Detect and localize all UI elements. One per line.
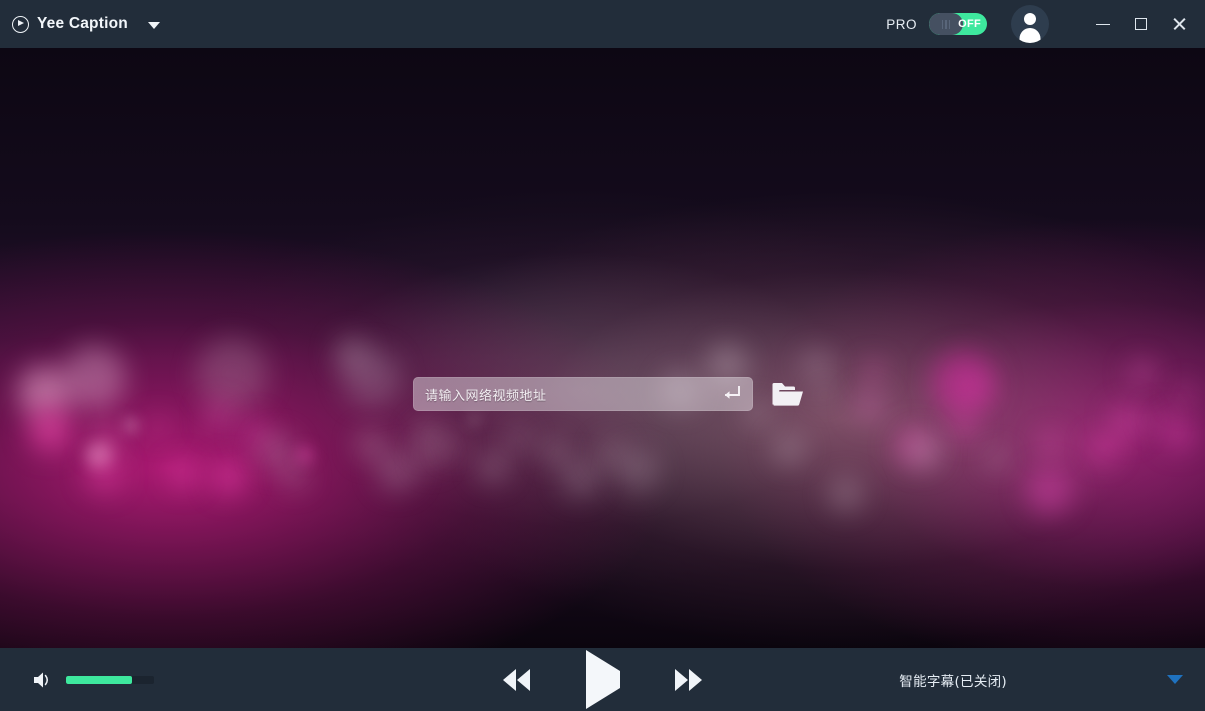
titlebar-right-group: PRO OFF xyxy=(886,0,1205,48)
pro-toggle-switch[interactable]: OFF xyxy=(929,13,987,35)
rewind-icon[interactable] xyxy=(500,667,534,693)
bokeh-circle xyxy=(828,476,864,512)
bokeh-circle xyxy=(540,438,568,466)
bokeh-circle xyxy=(28,408,72,452)
open-folder-icon[interactable] xyxy=(771,380,805,408)
volume-control[interactable] xyxy=(32,670,154,690)
smart-subtitle-control[interactable]: 智能字幕(已关闭) xyxy=(899,670,1193,690)
bokeh-circle xyxy=(862,360,886,384)
bokeh-circle xyxy=(90,426,120,456)
enter-return-icon[interactable] xyxy=(721,386,741,400)
pro-toggle-state-label: OFF xyxy=(958,18,981,30)
video-stage[interactable]: 请输入网络视频地址 xyxy=(0,48,1205,648)
play-circle-icon xyxy=(12,15,29,33)
volume-speaker-icon[interactable] xyxy=(32,670,54,690)
bokeh-circle xyxy=(296,446,314,464)
bokeh-circle xyxy=(468,414,480,426)
titlebar: Yee Caption PRO OFF xyxy=(0,0,1205,48)
bokeh-circle xyxy=(376,450,418,492)
bokeh-circle xyxy=(1110,404,1144,438)
bokeh-circle xyxy=(772,432,806,466)
bokeh-circle xyxy=(800,348,834,382)
bokeh-circle xyxy=(852,388,886,422)
bokeh-circle xyxy=(1128,360,1156,388)
app-window: Yee Caption PRO OFF 请输入网络视频地址 智能字幕(已关闭) xyxy=(0,0,1205,711)
bokeh-circle xyxy=(560,458,600,498)
bokeh-circle xyxy=(1038,432,1062,456)
bokeh-circle xyxy=(342,348,400,406)
pro-label: PRO xyxy=(886,16,917,32)
bokeh-circle xyxy=(932,352,996,416)
app-brand[interactable]: Yee Caption xyxy=(12,0,160,48)
bokeh-circle xyxy=(196,338,268,410)
url-input-field[interactable]: 请输入网络视频地址 xyxy=(413,377,753,411)
maximize-icon[interactable] xyxy=(1127,10,1155,38)
minimize-icon[interactable] xyxy=(1089,10,1117,38)
bokeh-background xyxy=(0,48,1205,648)
bokeh-circle xyxy=(212,460,246,494)
bokeh-circle xyxy=(86,456,122,492)
bokeh-circle xyxy=(1174,384,1196,406)
transport-controls xyxy=(500,649,706,709)
bokeh-circle xyxy=(282,464,308,490)
playback-control-bar: 智能字幕(已关闭) xyxy=(0,648,1205,711)
bokeh-circle xyxy=(1162,416,1196,450)
fast-forward-icon[interactable] xyxy=(672,667,706,693)
volume-slider-fill xyxy=(66,675,132,684)
smart-subtitle-label: 智能字幕(已关闭) xyxy=(899,673,1007,690)
bokeh-circle xyxy=(950,412,978,440)
bokeh-circle xyxy=(124,418,138,432)
user-avatar-icon[interactable] xyxy=(1011,5,1049,43)
bokeh-circle xyxy=(506,426,532,452)
bokeh-circle xyxy=(62,346,126,410)
bokeh-circle xyxy=(986,448,1008,470)
bokeh-circle xyxy=(1026,468,1072,514)
chevron-down-icon[interactable] xyxy=(147,21,160,29)
bokeh-circle xyxy=(205,403,233,431)
url-entry-row: 请输入网络视频地址 xyxy=(413,377,805,411)
bokeh-circle xyxy=(476,450,510,484)
bokeh-circle xyxy=(906,434,942,470)
bokeh-circle xyxy=(816,386,834,404)
chevron-down-icon[interactable] xyxy=(1167,675,1183,684)
close-icon[interactable] xyxy=(1165,10,1193,38)
bokeh-circle xyxy=(170,460,198,488)
bokeh-circle xyxy=(442,436,464,458)
volume-slider-track[interactable] xyxy=(66,675,154,684)
bokeh-circle xyxy=(616,448,660,492)
bokeh-circle xyxy=(418,444,444,470)
url-input-placeholder: 请输入网络视频地址 xyxy=(425,388,547,404)
bokeh-circle xyxy=(1090,436,1116,462)
play-icon[interactable] xyxy=(585,649,620,709)
bokeh-circle xyxy=(148,416,168,436)
app-title: Yee Caption xyxy=(37,15,128,32)
